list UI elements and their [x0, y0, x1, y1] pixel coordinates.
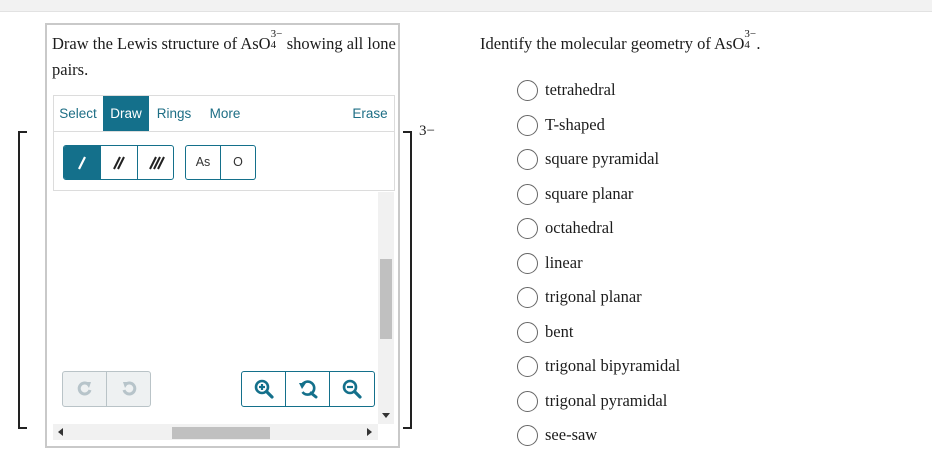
- zoom-in-button[interactable]: [242, 372, 286, 406]
- option-octahedral[interactable]: octahedral: [517, 216, 614, 240]
- editor-toolbar: Select Draw Rings More Erase As O: [53, 95, 395, 191]
- radio-button[interactable]: [517, 286, 538, 308]
- option-label: T-shaped: [545, 115, 605, 134]
- reset-zoom-icon: [298, 380, 317, 399]
- option-tetrahedral[interactable]: tetrahedral: [517, 78, 616, 102]
- option-trigonal-pyramidal[interactable]: trigonal pyramidal: [517, 389, 667, 413]
- tab-erase[interactable]: Erase: [349, 96, 391, 131]
- chemical-formula: AsO 3− 4: [714, 29, 756, 54]
- tab-select[interactable]: Select: [54, 96, 102, 131]
- triple-bond-icon: [148, 156, 165, 169]
- radio-button[interactable]: [517, 321, 538, 343]
- question-text-end: .: [756, 34, 761, 53]
- atom-tool-group: As O: [185, 145, 256, 180]
- zoom-out-button[interactable]: [330, 372, 374, 406]
- ion-charge-label: 3−: [419, 123, 435, 139]
- undo-button[interactable]: [63, 372, 107, 406]
- triple-bond-button[interactable]: [138, 146, 173, 179]
- option-t-shaped[interactable]: T-shaped: [517, 113, 605, 137]
- lewis-question-text: Draw the Lewis structure of AsO 3− 4 showi…: [52, 29, 397, 83]
- redo-button[interactable]: [107, 372, 150, 406]
- option-label: square planar: [545, 184, 634, 203]
- option-square-planar[interactable]: square planar: [517, 182, 633, 206]
- radio-button[interactable]: [517, 217, 538, 239]
- double-bond-button[interactable]: [101, 146, 138, 179]
- option-square-pyramidal[interactable]: square pyramidal: [517, 147, 659, 171]
- option-trigonal-planar[interactable]: trigonal planar: [517, 285, 642, 309]
- undo-icon: [77, 381, 91, 396]
- option-label: square pyramidal: [545, 149, 660, 168]
- option-label: trigonal bipyramidal: [545, 356, 681, 375]
- zoom-in-icon: [254, 379, 274, 399]
- option-label: trigonal pyramidal: [545, 391, 668, 410]
- vertical-scroll-thumb[interactable]: [380, 259, 392, 339]
- editor-tab-row: Select Draw Rings More Erase: [54, 96, 394, 132]
- tab-rings[interactable]: Rings: [151, 96, 197, 131]
- atom-o-button[interactable]: O: [221, 146, 255, 179]
- atom-as-button[interactable]: As: [186, 146, 221, 179]
- option-bent[interactable]: bent: [517, 320, 573, 344]
- single-bond-button[interactable]: [64, 146, 101, 179]
- radio-button[interactable]: [517, 114, 538, 136]
- tab-draw[interactable]: Draw: [103, 96, 149, 131]
- radio-button[interactable]: [517, 148, 538, 170]
- geometry-question-text: Identify the molecular geometry of AsO 3−…: [480, 29, 761, 57]
- radio-button[interactable]: [517, 252, 538, 274]
- formula-base: AsO: [240, 34, 271, 53]
- scroll-down-arrow-icon[interactable]: [382, 413, 390, 418]
- undo-redo-group: [62, 371, 151, 407]
- formula-base: AsO: [714, 34, 745, 53]
- option-label: tetrahedral: [545, 80, 616, 99]
- question-text-start: Identify the molecular geometry of: [480, 34, 715, 53]
- option-linear[interactable]: linear: [517, 251, 583, 275]
- radio-button[interactable]: [517, 355, 538, 377]
- tab-more[interactable]: More: [204, 96, 246, 131]
- option-label: see-saw: [545, 425, 598, 444]
- question-text-start: Draw the Lewis structure of: [52, 34, 241, 53]
- horizontal-scroll-thumb[interactable]: [172, 427, 270, 439]
- radio-button[interactable]: [517, 424, 538, 446]
- formula-subscript: 4: [744, 39, 750, 51]
- formula-charge-count: 3− 4: [270, 29, 283, 51]
- option-see-saw[interactable]: see-saw: [517, 423, 597, 447]
- option-trigonal-bipyramidal[interactable]: trigonal bipyramidal: [517, 354, 680, 378]
- option-label: bent: [545, 322, 574, 341]
- single-bond-icon: [78, 156, 86, 169]
- redo-icon: [122, 381, 137, 396]
- zoom-controls: [241, 371, 375, 407]
- zoom-out-icon: [342, 379, 362, 399]
- radio-button[interactable]: [517, 390, 538, 412]
- double-bond-icon: [113, 156, 125, 169]
- bond-tool-group: [63, 145, 174, 180]
- formula-charge-count: 3− 4: [744, 29, 756, 51]
- option-label: octahedral: [545, 218, 614, 237]
- radio-button[interactable]: [517, 79, 538, 101]
- chemical-formula: AsO 3− 4: [240, 29, 283, 54]
- left-bracket: [18, 131, 27, 429]
- scroll-left-arrow-icon[interactable]: [58, 428, 63, 436]
- right-bracket: [403, 131, 412, 429]
- top-bar: [0, 0, 932, 12]
- option-label: linear: [545, 253, 583, 272]
- option-label: trigonal planar: [545, 287, 642, 306]
- reset-view-button[interactable]: [286, 372, 330, 406]
- formula-subscript: 4: [270, 39, 277, 51]
- scroll-right-arrow-icon[interactable]: [367, 428, 372, 436]
- radio-button[interactable]: [517, 183, 538, 205]
